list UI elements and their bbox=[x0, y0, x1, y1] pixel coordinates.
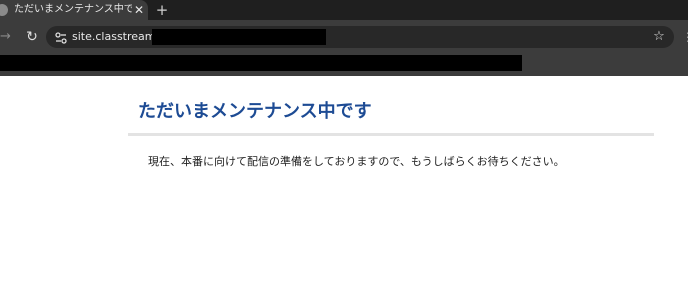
globe-icon bbox=[0, 4, 8, 16]
title-divider bbox=[128, 133, 654, 136]
close-icon[interactable]: ✕ bbox=[133, 3, 145, 17]
arrow-right-icon[interactable]: → bbox=[0, 29, 14, 45]
tab-title: ただいまメンテナンス中です | アイビー bbox=[14, 4, 132, 15]
plus-icon[interactable]: + bbox=[154, 1, 170, 19]
page-title: ただいまメンテナンス中です bbox=[138, 101, 372, 122]
maintenance-message: 現在、本番に向けて配信の準備をしておりますので、もうしばらくお待ちください。 bbox=[148, 155, 565, 168]
bookmarks-bar bbox=[0, 54, 688, 76]
browser-toolbar: → ↻ site.classtream.jp/v/ ☆ ⋮ bbox=[0, 20, 688, 54]
tab-strip: ただいまメンテナンス中です | アイビー ✕ + bbox=[0, 0, 688, 20]
tune-icon[interactable] bbox=[54, 30, 68, 44]
browser-tab[interactable]: ただいまメンテナンス中です | アイビー ✕ bbox=[0, 0, 148, 20]
address-bar[interactable]: site.classtream.jp/v/ ☆ bbox=[46, 26, 674, 48]
extensions-icon[interactable]: ⋮ bbox=[682, 28, 688, 46]
url-redaction bbox=[152, 29, 326, 45]
star-icon[interactable]: ☆ bbox=[652, 29, 666, 45]
reload-icon[interactable]: ↻ bbox=[24, 29, 40, 45]
page-content: ただいまメンテナンス中です 現在、本番に向けて配信の準備をしておりますので、もう… bbox=[0, 76, 688, 286]
bookmarks-redaction bbox=[0, 55, 522, 71]
